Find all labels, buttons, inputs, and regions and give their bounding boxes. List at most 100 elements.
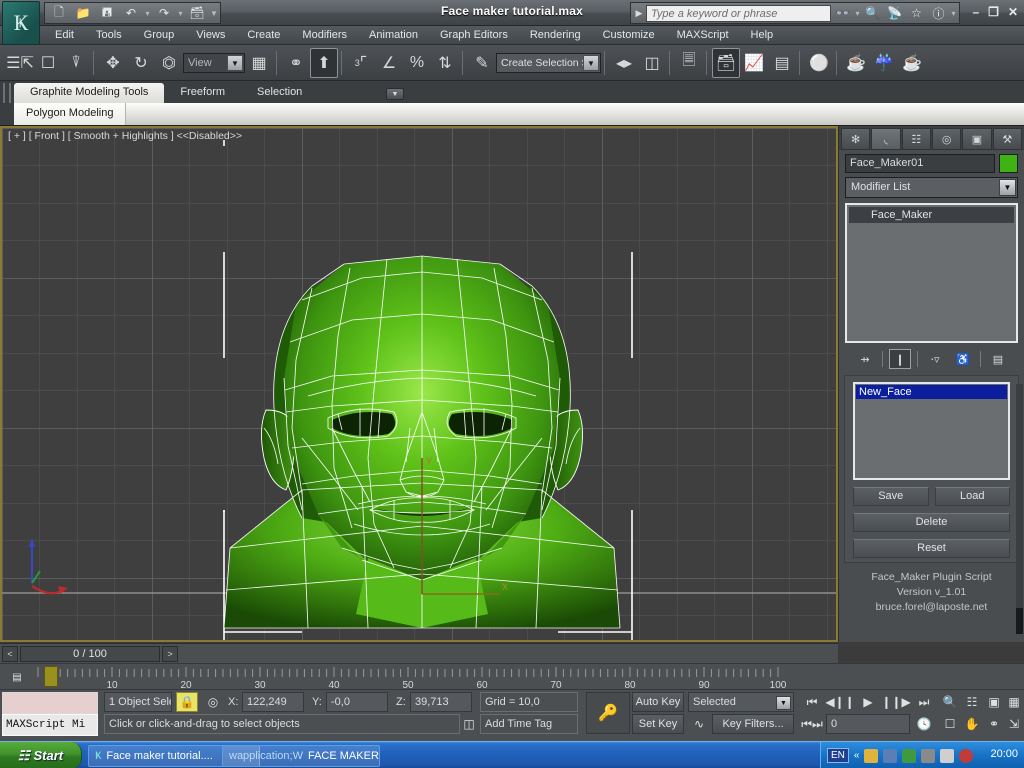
select-and-move-icon[interactable]: ✥ [99, 48, 127, 78]
ribbon-minimize-icon[interactable]: ▼ [386, 88, 404, 100]
menu-animation[interactable]: Animation [358, 27, 429, 43]
tab-freeform[interactable]: Freeform [164, 83, 241, 103]
help-dropdown-icon[interactable]: ▾ [950, 9, 957, 18]
list-item[interactable]: New_Face [856, 385, 1007, 399]
y-coord-input[interactable]: -0,0 [326, 692, 388, 712]
x-coord-input[interactable]: 122,249 [242, 692, 304, 712]
current-frame-display[interactable]: 0 / 100 [20, 645, 160, 662]
menu-views[interactable]: Views [185, 27, 236, 43]
chevron-down-icon[interactable]: ▼ [999, 179, 1016, 196]
modifier-stack[interactable]: Face_Maker [845, 203, 1018, 343]
search-dropdown-icon[interactable]: ▾ [854, 9, 861, 18]
timeline-ruler[interactable]: ▤ 10 20 30 40 50 60 70 80 90 100 [0, 663, 1024, 690]
menu-rendering[interactable]: Rendering [519, 27, 592, 43]
create-tab[interactable]: ✻ [841, 128, 871, 150]
network-icon[interactable] [883, 748, 898, 763]
select-and-rotate-icon[interactable]: ↻ [127, 48, 155, 78]
save-button[interactable]: Save [853, 487, 929, 506]
use-pivot-point-center-icon[interactable]: ▦ [245, 48, 273, 78]
tray-icon-3[interactable] [921, 748, 936, 763]
go-to-end-icon[interactable]: ⏭ [912, 692, 936, 712]
utilities-tab[interactable]: ⚒ [992, 128, 1022, 150]
select-by-name-icon[interactable]: ⍒ [62, 48, 90, 78]
satellite-icon[interactable]: 📡 [884, 4, 905, 23]
zoom-region-icon[interactable]: ☐ [940, 714, 960, 734]
show-end-result-icon[interactable]: ❙ [889, 349, 911, 369]
select-object-icon[interactable]: ☰⇱ [6, 48, 34, 78]
object-name-input[interactable]: Face_Maker01 [845, 154, 995, 173]
pin-stack-icon[interactable]: ⇸ [854, 349, 876, 369]
ribbon-grip[interactable] [3, 83, 11, 103]
modifier-stack-entry[interactable]: Face_Maker [849, 207, 1014, 223]
previous-frame-icon[interactable]: ◀❙❙ [825, 692, 854, 712]
menu-graph-editors[interactable]: Graph Editors [429, 27, 519, 43]
hierarchy-tab[interactable]: ☷ [901, 128, 931, 150]
key-filters-curve-icon[interactable]: ∿ [688, 714, 710, 734]
configure-modifier-sets-icon[interactable]: ▤ [987, 349, 1009, 369]
question-icon[interactable]: ⓘ [928, 4, 949, 23]
schematic-view-icon[interactable]: 📈 [740, 48, 768, 78]
key-mode-dropdown[interactable]: Selected ▼ [688, 692, 794, 712]
delete-button[interactable]: Delete [853, 513, 1010, 532]
next-frame-icon[interactable]: ❙❙▶ [881, 692, 910, 712]
time-slider-handle[interactable] [44, 666, 58, 687]
tab-graphite-modeling-tools[interactable]: Graphite Modeling Tools [14, 83, 165, 103]
menu-tools[interactable]: Tools [85, 27, 133, 43]
display-tab[interactable]: ▣ [962, 128, 992, 150]
snaps-toggle-icon[interactable]: 3 ⌜ [347, 48, 375, 78]
scrollbar-thumb[interactable] [1016, 608, 1023, 634]
material-editor-icon[interactable]: ⚪ [805, 48, 833, 78]
z-coord-input[interactable]: 39,713 [410, 692, 472, 712]
spinner-snap-toggle-icon[interactable]: ⇅ [431, 48, 459, 78]
key-mode-toggle-icon[interactable]: ⏮⏭ [800, 714, 824, 734]
search-input[interactable]: Type a keyword or phrase [646, 4, 831, 22]
application-menu-button[interactable]: Ҝ [2, 1, 40, 45]
load-button[interactable]: Load [934, 487, 1010, 506]
remove-modifier-icon[interactable]: ♿ [952, 349, 974, 369]
tab-selection[interactable]: Selection [241, 83, 318, 103]
add-time-tag[interactable]: Add Time Tag [480, 714, 578, 734]
orbit-icon[interactable]: ⚭ [984, 714, 1004, 734]
tray-expand-icon[interactable]: « [854, 750, 860, 761]
menu-customize[interactable]: Customize [592, 27, 666, 43]
face-preset-list[interactable]: New_Face [853, 382, 1010, 480]
mirror-icon[interactable]: ◂▸ [610, 48, 638, 78]
transform-type-in-icon[interactable]: ◎ [202, 692, 224, 712]
pan-view-icon[interactable]: ✋ [962, 714, 982, 734]
chevron-down-icon[interactable]: ▼ [776, 696, 791, 710]
select-and-scale-icon[interactable]: ⏣ [155, 48, 183, 78]
align-icon[interactable]: ◫ [638, 48, 666, 78]
binoculars-icon[interactable]: 👓 [832, 4, 853, 23]
front-viewport[interactable]: Y X [ + ] [ Front ] [ Smooth + Highlight… [0, 126, 838, 642]
magnifier-icon[interactable]: 🔍 [862, 4, 883, 23]
minimize-button[interactable]: – [972, 5, 979, 19]
material-editor-dock-icon[interactable]: ▤ [768, 48, 796, 78]
taskbar-item-word[interactable]: wapplication;W FACE MAKER - Microsoft ..… [222, 745, 380, 767]
curve-editor-icon[interactable]: 🗃 [712, 47, 740, 78]
reset-button[interactable]: Reset [853, 539, 1010, 558]
start-button[interactable]: ☷ Start [0, 742, 82, 768]
reference-coordinate-system-dropdown[interactable]: View ▼ [183, 52, 245, 73]
maxscript-mini-listener-output[interactable] [2, 692, 98, 714]
rendered-frame-window-icon[interactable]: ☔ [870, 48, 898, 78]
key-filters-button[interactable]: Key Filters... [712, 714, 794, 734]
time-configuration-icon[interactable]: 🕓 [912, 714, 936, 734]
play-animation-icon[interactable]: ▶ [856, 692, 880, 712]
zoom-extents-all-icon[interactable]: ▦ [1004, 692, 1024, 712]
security-shield-icon[interactable] [959, 748, 974, 763]
set-key-button[interactable]: Set Key [632, 714, 684, 734]
volume-icon[interactable] [940, 748, 955, 763]
render-setup-icon[interactable]: ☕ [842, 48, 870, 78]
zoom-icon[interactable]: 🔍 [940, 692, 960, 712]
adaptive-degradation-icon[interactable]: ◫ [458, 714, 480, 734]
menu-group[interactable]: Group [133, 27, 186, 43]
chevron-down-icon[interactable]: ▼ [583, 54, 599, 71]
selection-lock-toggle-icon[interactable]: 🔒 [176, 692, 198, 712]
select-and-link-icon[interactable]: ⚭ [282, 48, 310, 78]
menu-maxscript[interactable]: MAXScript [666, 27, 740, 43]
info-center-expand-icon[interactable]: ▶ [633, 8, 645, 19]
maxscript-mini-listener-input[interactable]: MAXScript Mi [2, 714, 98, 736]
percent-snap-toggle-icon[interactable]: % [403, 48, 431, 78]
chevron-down-icon[interactable]: ▼ [227, 54, 243, 71]
menu-help[interactable]: Help [740, 27, 785, 43]
